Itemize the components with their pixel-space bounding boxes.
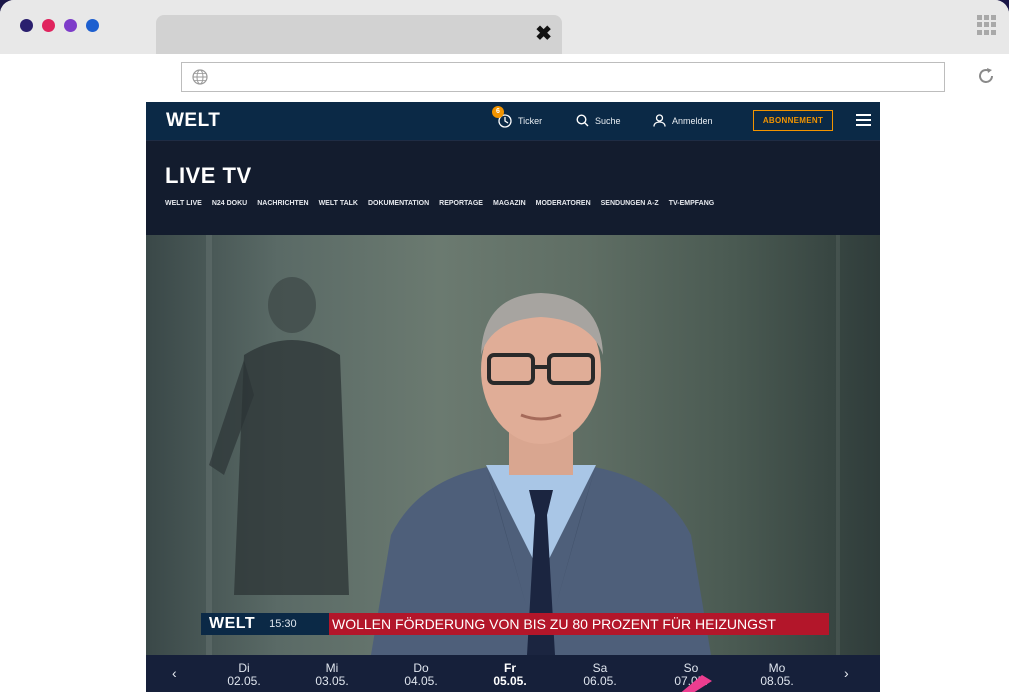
day-tab-fr-active[interactable]: Fr 05.05.: [480, 662, 540, 688]
lower-third-headline: WOLLEN FÖRDERUNG VON BIS ZU 80 PROZENT F…: [332, 616, 776, 632]
ticker-link[interactable]: 6 Ticker: [492, 106, 543, 128]
day-tab-mi[interactable]: Mi 03.05.: [302, 662, 362, 688]
studio-glass-edge: [836, 235, 840, 655]
day-name: Fr: [504, 661, 516, 675]
day-date: 04.05.: [404, 674, 438, 688]
background-person-blur: [209, 277, 349, 595]
address-bar-row: [0, 54, 1009, 102]
day-tab-di[interactable]: Di 02.05.: [214, 662, 274, 688]
day-name: Mo: [768, 661, 786, 675]
subnav-item-sendungen[interactable]: SENDUNGEN A-Z: [601, 200, 659, 207]
close-icon[interactable]: ✖: [535, 23, 552, 45]
subnav-item-reportage[interactable]: REPORTAGE: [439, 200, 483, 207]
live-video-player[interactable]: WELT 15:30 WOLLEN FÖRDERUNG VON BIS ZU 8…: [146, 235, 880, 655]
lower-third-time: 15:30: [269, 618, 297, 630]
day-name: Di: [238, 661, 250, 675]
day-name: Do: [413, 661, 429, 675]
page-title: LIVE TV: [165, 163, 252, 188]
browser-tab[interactable]: ✖: [156, 15, 562, 54]
day-date: 06.05.: [583, 674, 617, 688]
window-dot-4[interactable]: [86, 19, 99, 32]
subnav-item-welt-live[interactable]: WELT LIVE: [165, 200, 202, 207]
day-tab-do[interactable]: Do 04.05.: [391, 662, 451, 688]
browser-window: ✖ WELT 6 Ticker Suche Anmelden ABONNEMEN…: [0, 0, 1009, 692]
subnav-item-dokumentation[interactable]: DOKUMENTATION: [368, 200, 429, 207]
day-date: 08.05.: [760, 674, 794, 688]
window-controls: [20, 19, 99, 32]
day-date: 03.05.: [315, 674, 349, 688]
globe-icon: [192, 69, 208, 85]
schedule-day-selector: ‹ Di 02.05. Mi 03.05. Do 04.05. Fr 05.05…: [146, 655, 880, 692]
window-dot-1[interactable]: [20, 19, 33, 32]
apps-grid-icon[interactable]: [977, 15, 997, 35]
next-day-button[interactable]: ›: [844, 665, 849, 681]
subnav-item-tv-empfang[interactable]: TV-EMPFANG: [669, 200, 715, 207]
day-name: Mi: [325, 661, 339, 675]
news-lower-third: WELT 15:30 WOLLEN FÖRDERUNG VON BIS ZU 8…: [201, 613, 829, 635]
window-dot-3[interactable]: [64, 19, 77, 32]
welt-logo[interactable]: WELT: [166, 110, 220, 132]
reload-icon[interactable]: [975, 65, 997, 87]
subnav-item-welt-talk[interactable]: WELT TALK: [319, 200, 358, 207]
welt-live-tv-page: WELT 6 Ticker Suche Anmelden ABONNEMENT …: [146, 102, 880, 692]
subnav-item-n24-doku[interactable]: N24 DOKU: [212, 200, 247, 207]
day-tab-mo[interactable]: Mo 08.05.: [747, 662, 807, 688]
prev-day-button[interactable]: ‹: [172, 665, 177, 681]
lower-third-branding: WELT 15:30: [201, 613, 329, 635]
news-anchor: [371, 293, 711, 655]
day-tab-sa[interactable]: Sa 06.05.: [570, 662, 630, 688]
window-dot-2[interactable]: [42, 19, 55, 32]
subnav-item-magazin[interactable]: MAGAZIN: [493, 200, 526, 207]
day-date: 02.05.: [227, 674, 261, 688]
url-input[interactable]: [181, 62, 945, 92]
live-tv-subnav: WELT LIVE N24 DOKU NACHRICHTEN WELT TALK…: [165, 200, 714, 207]
live-tv-header: LIVE TV WELT LIVE N24 DOKU NACHRICHTEN W…: [146, 140, 880, 236]
search-link[interactable]: Suche: [576, 114, 621, 127]
search-icon: [576, 114, 589, 127]
search-label: Suche: [595, 115, 621, 126]
user-icon: [653, 114, 666, 127]
lower-third-headline-bar: WOLLEN FÖRDERUNG VON BIS ZU 80 PROZENT F…: [329, 613, 829, 635]
menu-icon[interactable]: [856, 114, 871, 126]
login-label: Anmelden: [672, 115, 713, 126]
subnav-item-nachrichten[interactable]: NACHRICHTEN: [257, 200, 308, 207]
ticker-label: Ticker: [518, 116, 543, 126]
ticker-icon: 6: [492, 106, 512, 128]
day-name: So: [683, 661, 699, 675]
ticker-badge: 6: [492, 106, 504, 118]
subnav-item-moderatoren[interactable]: MODERATOREN: [536, 200, 591, 207]
day-name: Sa: [592, 661, 608, 675]
lower-third-logo: WELT: [209, 615, 256, 632]
day-date: 05.05.: [493, 674, 527, 688]
top-navigation: WELT 6 Ticker Suche Anmelden ABONNEMENT: [146, 102, 880, 140]
login-link[interactable]: Anmelden: [653, 114, 713, 127]
browser-titlebar: ✖: [0, 0, 1009, 55]
pointer-cursor-icon: [681, 675, 712, 692]
subscribe-button[interactable]: ABONNEMENT: [753, 110, 833, 131]
